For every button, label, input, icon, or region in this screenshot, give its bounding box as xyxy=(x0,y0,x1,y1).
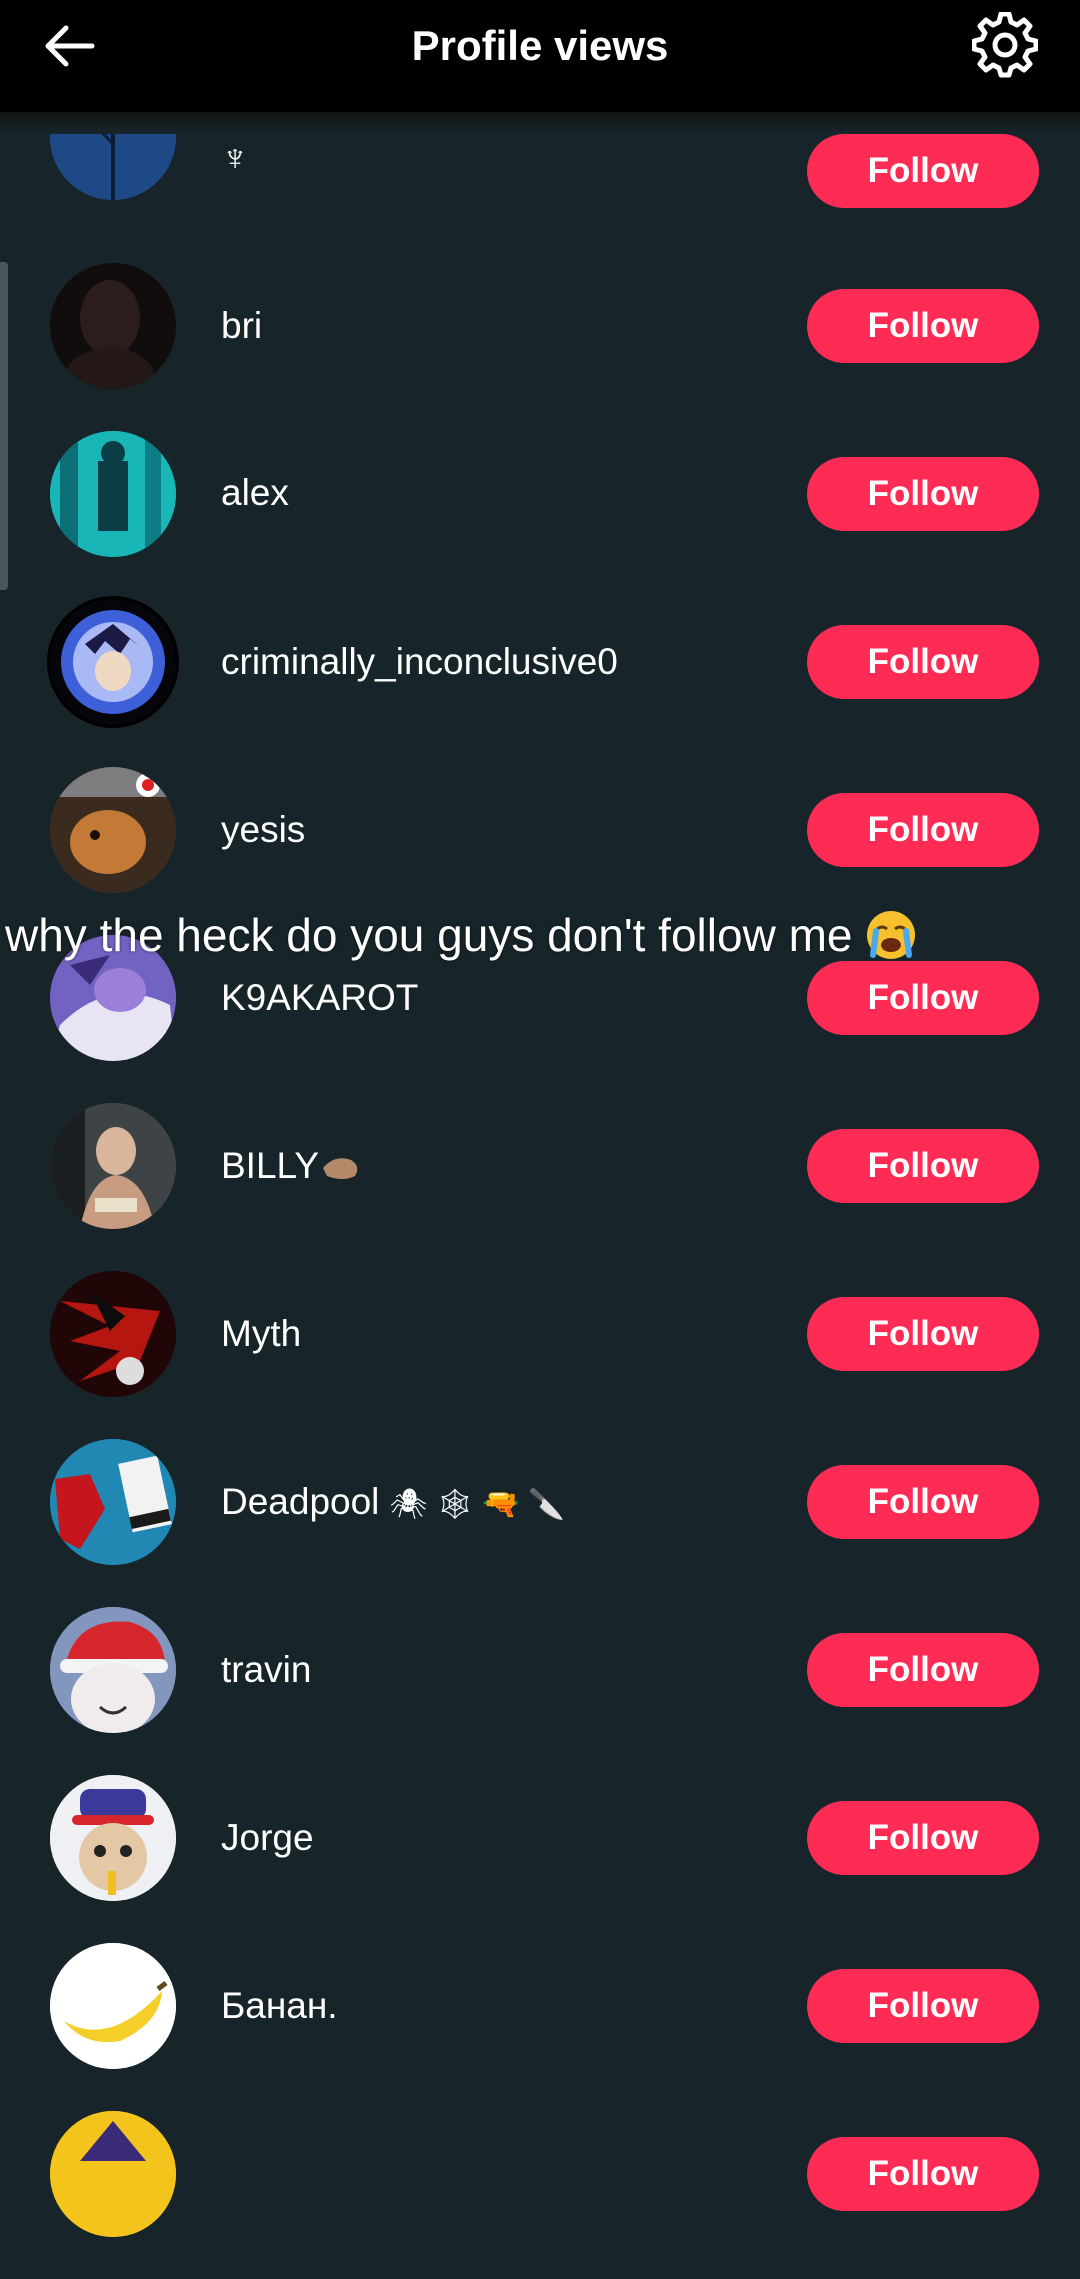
avatar-image xyxy=(50,263,176,389)
crying-face-icon xyxy=(867,911,916,959)
username: alex xyxy=(221,472,289,513)
list-item[interactable]: BILLY Follow xyxy=(0,1103,1080,1271)
arrow-left-icon xyxy=(45,25,95,67)
overlay-caption: why the heck do you guys don't follow me xyxy=(5,905,1080,965)
username: Myth xyxy=(221,1313,302,1354)
username-emoji: 🕷 🕸 🔫 🔪 xyxy=(389,1488,566,1521)
avatar-image xyxy=(50,1271,176,1397)
follow-button[interactable]: Follow xyxy=(807,625,1039,699)
avatar[interactable] xyxy=(50,263,176,389)
avatar[interactable] xyxy=(50,599,176,725)
avatar[interactable] xyxy=(50,1775,176,1901)
avatar-image xyxy=(50,1103,176,1229)
avatar-image xyxy=(50,431,176,557)
username: bri xyxy=(221,305,263,346)
list-item[interactable]: criminally_inconclusive0 Follow xyxy=(0,599,1080,767)
username: ♆ xyxy=(221,137,249,178)
avatar-image xyxy=(50,1439,176,1565)
avatar[interactable] xyxy=(50,767,176,893)
follow-button[interactable]: Follow xyxy=(807,457,1039,531)
top-bar: Profile views xyxy=(0,0,1080,112)
list-item[interactable]: Deadpool 🕷 🕸 🔫 🔪 Follow xyxy=(0,1439,1080,1607)
avatar-image xyxy=(50,599,176,725)
username: Deadpool 🕷 🕸 🔫 🔪 xyxy=(221,1481,566,1522)
list-item[interactable]: Follow xyxy=(0,2111,1080,2279)
follow-button[interactable]: Follow xyxy=(807,1129,1039,1203)
follow-button[interactable]: Follow xyxy=(807,1465,1039,1539)
page-title: Profile views xyxy=(411,22,669,69)
avatar[interactable] xyxy=(50,2111,176,2237)
username: criminally_inconclusive0 xyxy=(221,641,618,682)
username: Банан. xyxy=(221,1985,338,2026)
list-item[interactable]: Myth Follow xyxy=(0,1271,1080,1439)
header-divider xyxy=(0,112,1080,134)
username: K9AKAROT xyxy=(221,977,419,1018)
avatar[interactable] xyxy=(50,1271,176,1397)
avatar[interactable] xyxy=(50,1439,176,1565)
caption-text: why the heck do you guys don't follow me xyxy=(5,909,853,961)
avatar[interactable] xyxy=(50,431,176,557)
back-button[interactable] xyxy=(40,18,110,74)
avatar-image xyxy=(50,767,176,893)
username: yesis xyxy=(221,809,306,850)
follow-button[interactable]: Follow xyxy=(807,793,1039,867)
follow-button[interactable]: Follow xyxy=(807,961,1039,1035)
avatar[interactable] xyxy=(50,1103,176,1229)
avatar[interactable] xyxy=(50,1943,176,2069)
hand-emoji-icon xyxy=(323,1158,358,1179)
username: Jorge xyxy=(221,1817,314,1858)
list-item[interactable]: alex Follow xyxy=(0,431,1080,599)
username: travin xyxy=(221,1649,312,1690)
list-item[interactable]: bri Follow xyxy=(0,263,1080,431)
list-item[interactable]: travin Follow xyxy=(0,1607,1080,1775)
follow-button[interactable]: Follow xyxy=(807,1801,1039,1875)
scroll-indicator[interactable] xyxy=(0,262,8,590)
list-item[interactable]: Банан. Follow xyxy=(0,1943,1080,2111)
profile-views-list: ♆ Follow bri Follow alex Follow criminal… xyxy=(0,0,1080,2237)
gear-icon xyxy=(971,11,1039,78)
follow-button[interactable]: Follow xyxy=(807,134,1039,208)
avatar-image xyxy=(50,2111,176,2237)
follow-button[interactable]: Follow xyxy=(807,1297,1039,1371)
follow-button[interactable]: Follow xyxy=(807,1969,1039,2043)
list-item[interactable]: Jorge Follow xyxy=(0,1775,1080,1943)
avatar-image xyxy=(50,1607,176,1733)
avatar-image xyxy=(50,1775,176,1901)
username: BILLY xyxy=(221,1142,361,1190)
follow-button[interactable]: Follow xyxy=(807,289,1039,363)
follow-button[interactable]: Follow xyxy=(807,1633,1039,1707)
follow-button[interactable]: Follow xyxy=(807,2137,1039,2211)
settings-button[interactable] xyxy=(971,11,1042,82)
avatar-image xyxy=(50,1943,176,2069)
avatar[interactable] xyxy=(50,1607,176,1733)
